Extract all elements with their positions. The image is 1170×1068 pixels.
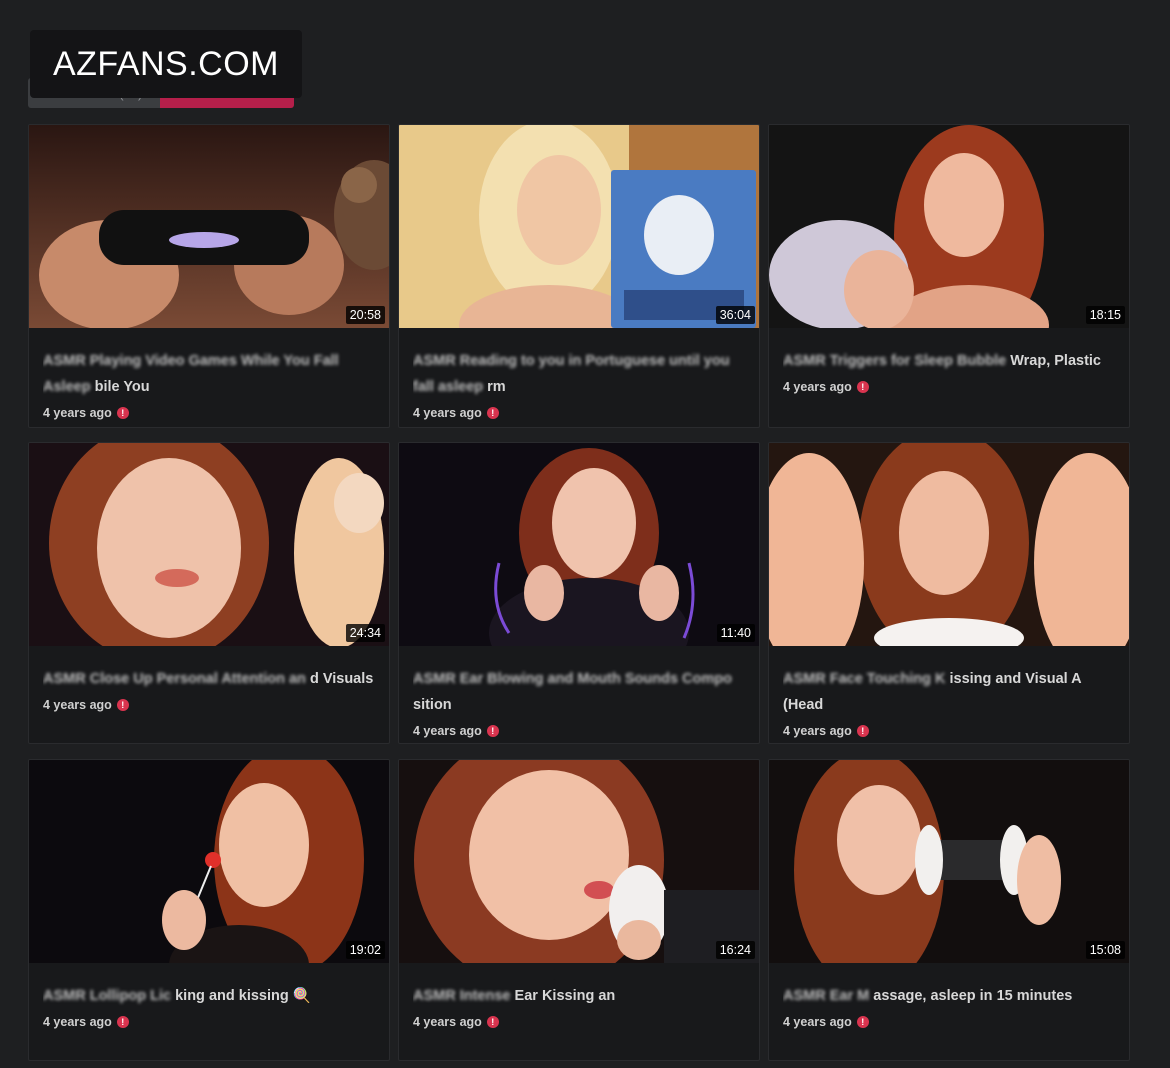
video-card[interactable]: 20:58 ASMR Playing Video Games While You… (28, 124, 390, 428)
video-duration: 36:04 (715, 306, 755, 324)
video-thumbnail[interactable]: 15:08 (769, 760, 1129, 963)
video-time: 4 years ago (413, 1015, 482, 1029)
video-title-obscured: ASMR Face Touching K (783, 671, 946, 687)
video-duration: 20:58 (345, 306, 385, 324)
video-thumbnail[interactable]: 19:02 (29, 760, 389, 963)
video-title-visible: sition (413, 697, 452, 713)
thumbnail-image (29, 125, 389, 328)
thumbnail-image (769, 760, 1129, 963)
video-thumbnail[interactable]: 24:34 (29, 443, 389, 646)
thumbnail-image (769, 443, 1129, 646)
video-thumbnail[interactable]: 18:15 (769, 125, 1129, 328)
video-title-obscured: ASMR Lollipop Lic (43, 988, 172, 1004)
video-title[interactable]: ASMR Intense Ear Kissing an (413, 983, 745, 1009)
alert-icon: ! (486, 407, 499, 419)
video-title[interactable]: ASMR Face Touching K issing and Visual A… (783, 666, 1115, 718)
video-thumbnail[interactable] (769, 443, 1129, 646)
video-title-obscured: ASMR Ear Blowing and Mouth Sounds Compo (413, 671, 732, 687)
video-title[interactable]: ASMR Playing Video Games While You Fall … (43, 348, 375, 400)
video-card[interactable]: 36:04 ASMR Reading to you in Portuguese … (398, 124, 760, 428)
video-thumbnail[interactable]: 20:58 (29, 125, 389, 328)
video-title-visible: king and kissing 🍭 (175, 988, 311, 1004)
video-card[interactable]: ASMR Face Touching K issing and Visual A… (768, 442, 1130, 744)
watermark-logo: AZFANS.COM (30, 30, 302, 98)
video-time: 4 years ago (43, 698, 112, 712)
video-duration: 18:15 (1085, 306, 1125, 324)
video-title-visible: d Visuals (309, 671, 374, 687)
video-card[interactable]: 15:08 ASMR Ear M assage, asleep in 15 mi… (768, 759, 1130, 1061)
thumbnail-image (399, 760, 759, 963)
video-duration: 24:34 (345, 624, 385, 642)
video-card[interactable]: 18:15 ASMR Triggers for Sleep Bubble Wra… (768, 124, 1130, 428)
video-card[interactable]: 16:24 ASMR Intense Ear Kissing an 4 year… (398, 759, 760, 1061)
video-time: 4 years ago (43, 1015, 112, 1029)
video-title-visible: Ear Kissing an (514, 988, 616, 1004)
video-card[interactable]: 24:34 ASMR Close Up Personal Attention a… (28, 442, 390, 744)
video-time: 4 years ago (783, 380, 852, 394)
video-thumbnail[interactable]: 16:24 (399, 760, 759, 963)
thumbnail-image (29, 443, 389, 646)
video-duration: 16:24 (715, 941, 755, 959)
alert-icon: ! (856, 725, 869, 737)
alert-icon: ! (856, 381, 869, 393)
video-card[interactable]: 19:02 ASMR Lollipop Lic king and kissing… (28, 759, 390, 1061)
video-card[interactable]: 11:40 ASMR Ear Blowing and Mouth Sounds … (398, 442, 760, 744)
video-title-obscured: ASMR Playing Video Games While You Fall … (43, 353, 339, 395)
video-title-obscured: ASMR Ear M (783, 988, 870, 1004)
video-title-visible: Wrap, Plastic (1010, 353, 1101, 369)
video-time: 4 years ago (783, 1015, 852, 1029)
video-title-obscured: ASMR Triggers for Sleep Bubble (783, 353, 1007, 369)
alert-icon: ! (486, 1016, 499, 1028)
video-title[interactable]: ASMR Reading to you in Portuguese until … (413, 348, 745, 400)
video-duration: 15:08 (1085, 941, 1125, 959)
video-time: 4 years ago (43, 406, 112, 420)
alert-icon: ! (116, 699, 129, 711)
video-time: 4 years ago (413, 406, 482, 420)
alert-icon: ! (116, 1016, 129, 1028)
alert-icon: ! (486, 725, 499, 737)
video-grid: 20:58 ASMR Playing Video Games While You… (28, 124, 1130, 1061)
video-title-visible: assage, asleep in 15 minutes (873, 988, 1073, 1004)
video-duration: 11:40 (716, 624, 755, 642)
thumbnail-image (399, 443, 759, 646)
video-title[interactable]: ASMR Triggers for Sleep Bubble Wrap, Pla… (783, 348, 1115, 374)
video-title-visible: rm (487, 379, 506, 395)
thumbnail-image (29, 760, 389, 963)
alert-icon: ! (116, 407, 129, 419)
video-title[interactable]: ASMR Ear M assage, asleep in 15 minutes (783, 983, 1115, 1009)
video-title-obscured: ASMR Reading to you in Portuguese until … (413, 353, 730, 395)
video-time: 4 years ago (783, 724, 852, 738)
video-title-obscured: ASMR Close Up Personal Attention an (43, 671, 306, 687)
thumbnail-image (399, 125, 759, 328)
thumbnail-image (769, 125, 1129, 328)
video-duration: 19:02 (345, 941, 385, 959)
video-title[interactable]: ASMR Lollipop Lic king and kissing 🍭 (43, 983, 375, 1009)
video-title[interactable]: ASMR Ear Blowing and Mouth Sounds Compo … (413, 666, 745, 718)
video-time: 4 years ago (413, 724, 482, 738)
video-thumbnail[interactable]: 11:40 (399, 443, 759, 646)
page: AZFANS.COM All videos (35) Removed vide (0, 0, 1170, 1068)
video-title[interactable]: ASMR Close Up Personal Attention an d Vi… (43, 666, 375, 692)
alert-icon: ! (856, 1016, 869, 1028)
video-thumbnail[interactable]: 36:04 (399, 125, 759, 328)
video-title-obscured: ASMR Intense (413, 988, 511, 1004)
video-title-visible: bile You (94, 379, 150, 395)
